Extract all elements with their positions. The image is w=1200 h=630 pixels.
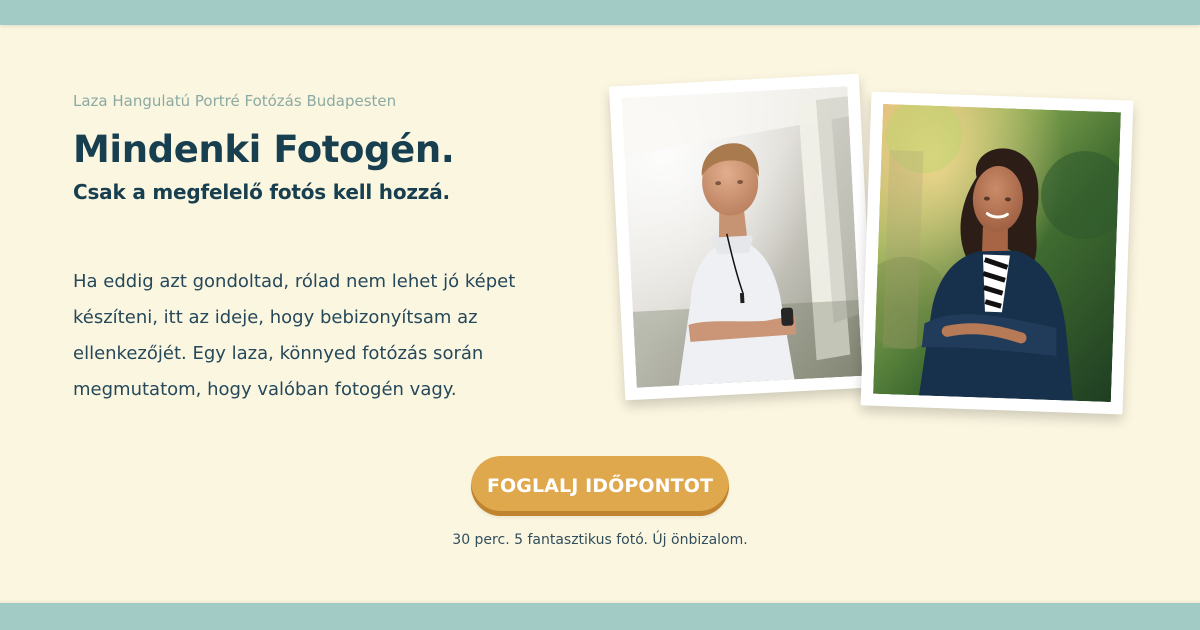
hero-body-text: Ha eddig azt gondoltad, rólad nem lehet … xyxy=(73,271,516,400)
book-appointment-button[interactable]: FOGLALJ IDŐPONTOT xyxy=(471,456,729,516)
hero-eyebrow: Laza Hangulatú Portré Fotózás Budapesten xyxy=(73,92,397,110)
cta-section: FOGLALJ IDŐPONTOT 30 perc. 5 fantasztiku… xyxy=(0,456,1200,549)
bottom-accent-band xyxy=(0,603,1200,630)
hero-subheadline: Csak a megfelelő fotós kell hozzá. xyxy=(73,180,450,204)
portrait-photo-man xyxy=(608,73,876,401)
hero-copy: Laza Hangulatú Portré Fotózás Budapesten… xyxy=(73,91,593,408)
cta-note: 30 perc. 5 fantasztikus fotó. Új önbizal… xyxy=(452,532,748,548)
portrait-photo-woman xyxy=(860,91,1134,415)
hero-headline: Mindenki Fotogén. xyxy=(73,128,455,171)
top-accent-band xyxy=(0,0,1200,25)
